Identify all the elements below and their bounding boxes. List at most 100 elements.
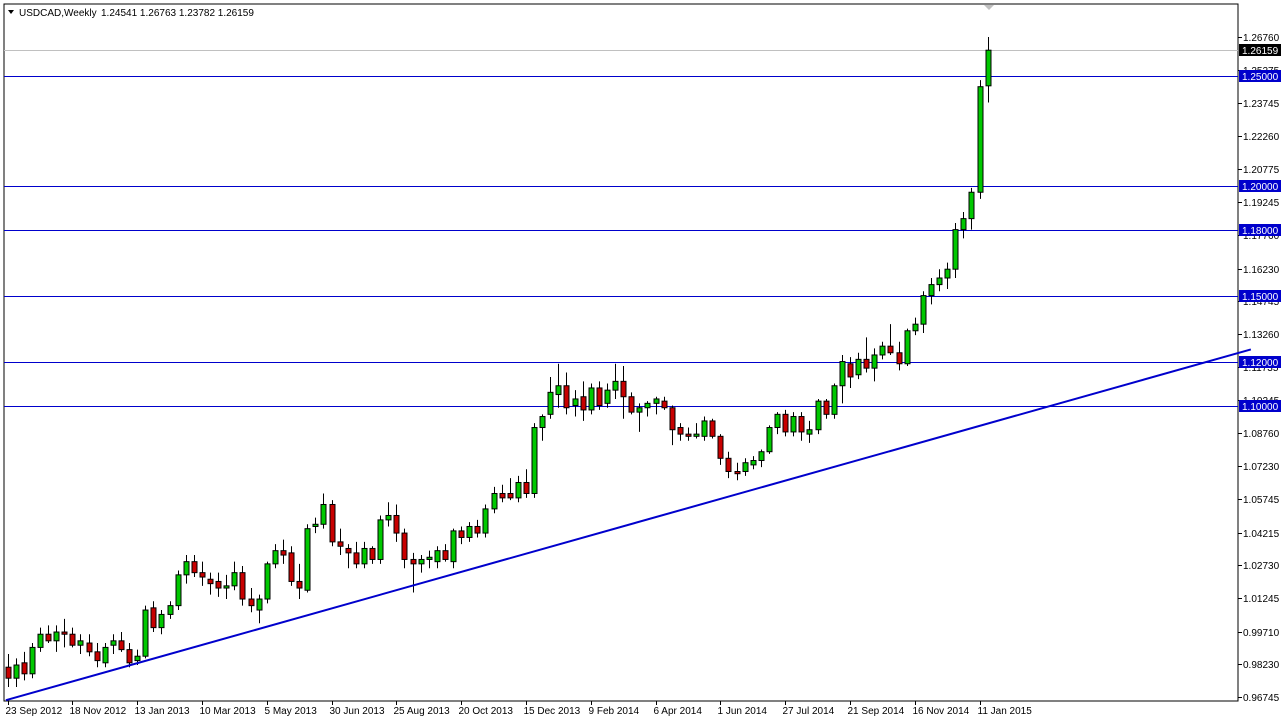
candle-bull (377, 519, 384, 560)
candle-bull (977, 86, 984, 193)
candle-bull (636, 407, 643, 413)
x-tick-label: 9 Feb 2014 (589, 706, 640, 717)
candle-bull (312, 523, 319, 527)
candle-bull (158, 613, 165, 629)
y-tick-label: 1.26760 (1243, 33, 1280, 44)
candle-bull (653, 398, 660, 404)
candle-bear (199, 572, 206, 578)
candle-bear (94, 651, 101, 662)
x-tick-label: 11 Jan 2015 (978, 706, 1033, 717)
candle-bull (53, 631, 60, 642)
candle-bull (272, 550, 279, 565)
candle-bull (644, 402, 651, 409)
x-tick-label: 23 Sep 2012 (6, 706, 63, 717)
candle-bull (320, 503, 327, 525)
candle-bull (693, 433, 700, 437)
y-tick-label: 0.96745 (1243, 693, 1280, 704)
candle-bull (588, 387, 595, 411)
y-tick-label: 1.01245 (1243, 594, 1280, 605)
candle-bull (175, 574, 182, 607)
candle-bear (725, 457, 732, 473)
candle-bear (661, 400, 668, 409)
candle-bear (345, 547, 352, 554)
candle-bear (442, 550, 449, 560)
candle-bear (499, 492, 506, 499)
candle-bear (288, 552, 295, 582)
candle-bear (248, 598, 255, 607)
candle-bear (393, 514, 400, 534)
candle-bull (13, 664, 20, 679)
candle-bull (758, 451, 765, 462)
candle-bear (717, 435, 724, 459)
x-tick-label: 1 Jun 2014 (718, 706, 768, 717)
candle-bull (482, 508, 489, 534)
level-label: 1.10000 (1242, 402, 1279, 413)
candle-bull (936, 277, 943, 286)
candle-bear (329, 503, 336, 543)
candle-bear (126, 649, 133, 664)
candle-bull (426, 556, 433, 560)
symbol-label: USDCAD,Weekly (19, 8, 97, 19)
candle-bear (118, 640, 125, 651)
candle-bull (142, 609, 149, 657)
candle-bull (102, 646, 109, 664)
candle-bull (985, 49, 992, 87)
candle-bull (361, 547, 368, 565)
chart-window: 1.267601.252751.237451.222601.207751.192… (0, 0, 1283, 721)
candle-bull (418, 558, 425, 565)
candle-bear (563, 385, 570, 409)
candle-bull (879, 345, 886, 356)
candle-bear (669, 407, 676, 431)
candle-bear (191, 561, 198, 574)
candle-bear (677, 427, 684, 435)
candle-bull (742, 462, 749, 473)
y-tick-label: 1.02730 (1243, 561, 1280, 572)
y-tick-label: 1.23745 (1243, 99, 1280, 110)
chart-header: USDCAD,Weekly 1.24541 1.26763 1.23782 1.… (8, 8, 254, 19)
candle-bear (507, 492, 514, 499)
level-label: 1.25000 (1242, 72, 1279, 83)
x-tick-label: 30 Jun 2013 (330, 706, 385, 717)
candle-bear (580, 396, 587, 411)
x-tick-label: 20 Oct 2013 (459, 706, 514, 717)
candle-bull (231, 572, 238, 587)
x-tick-label: 6 Apr 2014 (654, 706, 703, 717)
candle-bull (815, 400, 822, 431)
candle-bear (887, 345, 894, 354)
candle-bear (620, 380, 627, 398)
candle-bull (839, 361, 846, 387)
candle-bear (45, 633, 52, 642)
x-tick-label: 5 May 2013 (265, 706, 318, 717)
candle-bear (296, 580, 303, 589)
candle-bull (871, 354, 878, 369)
level-label: 1.15000 (1242, 292, 1279, 303)
level-label: 1.18000 (1242, 226, 1279, 237)
candle-bull (304, 528, 311, 591)
candle-bull (612, 380, 619, 391)
candle-bear (215, 580, 222, 589)
candle-bear (847, 363, 854, 378)
candle-bull (604, 389, 611, 404)
x-tick-label: 15 Dec 2013 (524, 706, 581, 717)
y-tick-label: 1.07230 (1243, 462, 1280, 473)
candle-bull (37, 633, 44, 648)
candle-bear (353, 552, 360, 565)
candle-bear (337, 541, 344, 547)
candle-bear (150, 607, 157, 629)
candle-bear (5, 666, 12, 679)
candle-bull (928, 284, 935, 297)
candle-bear (369, 547, 376, 560)
y-tick-label: 1.13260 (1243, 330, 1280, 341)
candle-bull (385, 514, 392, 521)
y-tick-label: 1.04215 (1243, 529, 1280, 540)
y-tick-label: 0.98230 (1243, 660, 1280, 671)
candle-bull (968, 191, 975, 220)
candle-bull (450, 530, 457, 563)
current-price-label: 1.26159 (1242, 46, 1279, 57)
y-tick-label: 1.05745 (1243, 495, 1280, 506)
x-tick-label: 18 Nov 2012 (70, 706, 127, 717)
candle-bull (256, 598, 263, 611)
candle-bull (264, 563, 271, 600)
candle-bear (207, 578, 214, 585)
candle-bull (774, 413, 781, 429)
